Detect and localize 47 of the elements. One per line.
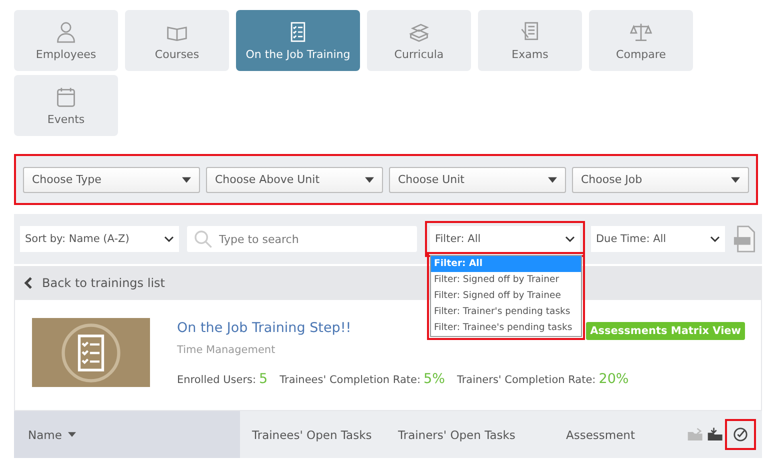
stat-value: 5 [259,371,268,387]
stat-value: 5% [424,371,445,387]
search-icon [192,229,213,249]
nav-tile[interactable]: Curricula [367,10,471,71]
search-field[interactable]: Type to search [186,226,417,252]
filter-select[interactable]: Filter: All [430,226,580,252]
unit-select[interactable]: Choose Unit [389,166,566,192]
chevron-icon [564,236,575,242]
sort-caret-icon [68,432,76,437]
caret-icon [548,176,557,182]
caret-icon [182,176,191,182]
due-time-select[interactable]: Due Time: All [590,226,725,252]
chevron-icon [164,236,174,242]
nav-tile[interactable]: On the Job Training [236,10,360,71]
unit-select[interactable]: Choose Type [23,166,200,192]
unit-select[interactable]: Choose Above Unit [206,166,383,192]
column-header: Trainees' Open Tasks [252,428,373,442]
folder-download-icon[interactable] [707,427,724,442]
unit-select[interactable]: Choose Job [572,166,749,192]
filter-option[interactable]: Filter: All [430,256,581,272]
filter-option[interactable]: Filter: Trainee's pending tasks [430,320,581,336]
stat-label: Enrolled Users: [177,374,256,386]
stat-value: 20% [598,371,629,387]
filter-option[interactable]: Filter: Trainer's pending tasks [430,304,581,320]
nav-tile[interactable]: Events [14,75,118,136]
person-icon [55,20,77,42]
name-column-header[interactable]: Name [14,411,240,458]
nav-tile[interactable]: Courses [125,10,229,71]
sort-select[interactable]: Sort by: Name (A-Z) [20,226,179,252]
nav-tile[interactable]: Compare [589,10,693,71]
nav-tile[interactable]: Employees [14,10,118,71]
chevron-icon [710,236,720,242]
calendar-icon [55,86,77,108]
back-link[interactable]: Back to trainings list [24,276,165,290]
caret-icon [365,176,374,182]
exam-icon [519,20,541,42]
filter-option[interactable]: Filter: Signed off by Trainee [430,288,581,304]
stat-label: Trainees' Completion Rate: [280,374,421,386]
column-header: Assessment [566,428,636,442]
chevron-left-icon [24,276,32,288]
check-circle-icon[interactable] [733,427,748,442]
caret-icon [731,176,740,182]
column-header: Trainers' Open Tasks [398,428,516,442]
nav-tile[interactable]: Exams [478,10,582,71]
stat-label: Trainers' Completion Rate: [456,374,596,386]
training-subtitle: Time Management [177,344,276,356]
filter-option[interactable]: Filter: Signed off by Trainer [430,272,581,288]
